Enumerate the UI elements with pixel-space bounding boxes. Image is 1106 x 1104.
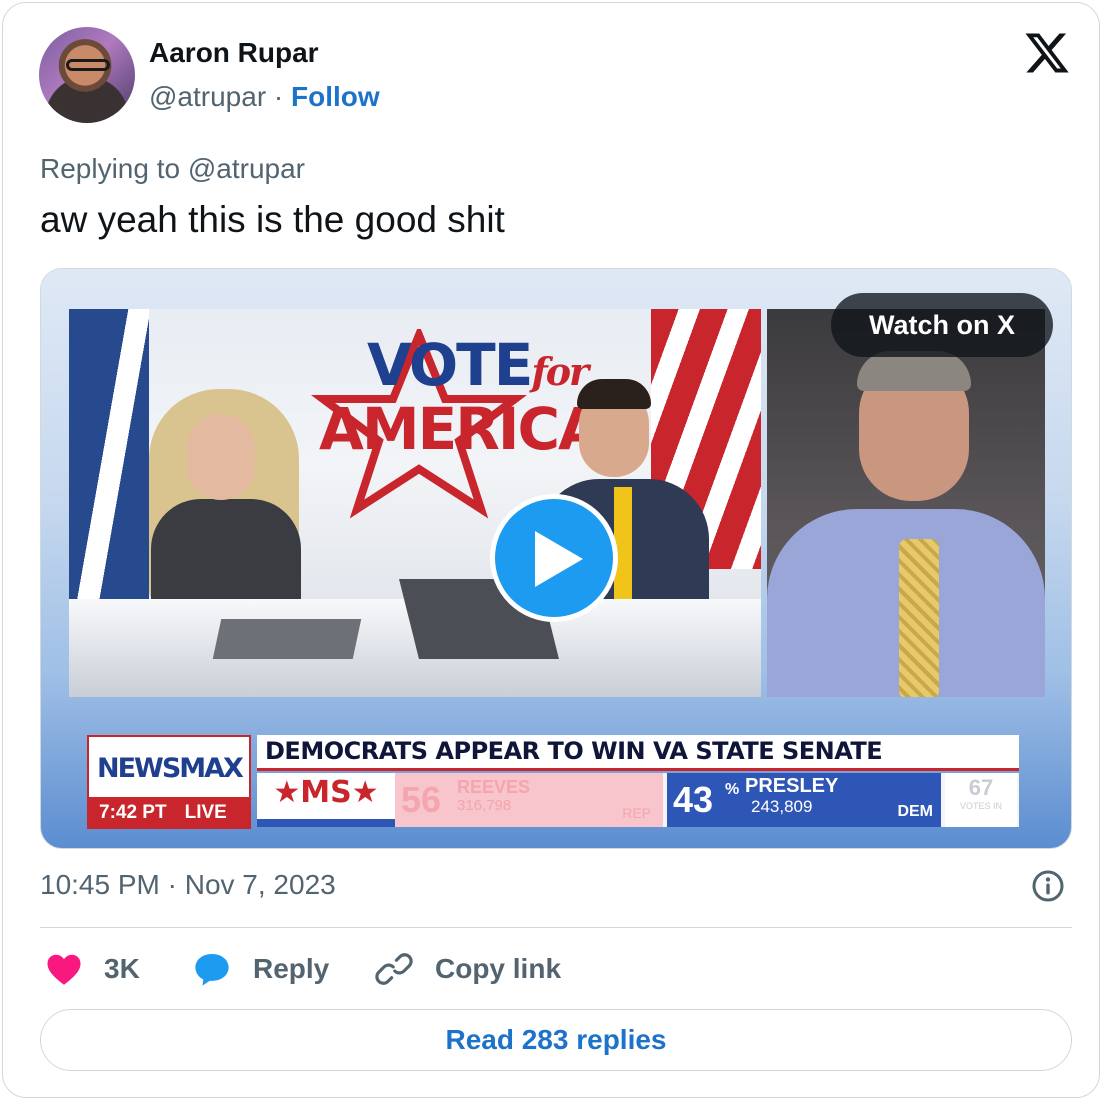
rep-candidate-result: 56 REEVES 316,798 REP [395, 773, 663, 827]
like-count: 3K [104, 953, 140, 984]
news-chyron: NEWSMAX 7:42 PT LIVE DEMOCRATS APPEAR TO… [87, 735, 1027, 831]
reply-button[interactable]: Reply [193, 947, 329, 991]
like-button[interactable]: 3K [46, 947, 140, 991]
replying-to: Replying to @atrupar [40, 153, 306, 184]
watch-on-x-button[interactable]: Watch on X [831, 293, 1053, 357]
tweet-text: aw yeah this is the good shit [40, 199, 505, 240]
america-logo: AMERICA [319, 395, 603, 463]
headline-bar: DEMOCRATS APPEAR TO WIN VA STATE SENATE [257, 735, 1019, 771]
play-icon [535, 531, 583, 587]
broadcast-time: 7:42 PT LIVE [89, 797, 249, 829]
dem-percent: 43 [673, 779, 714, 820]
dem-candidate-result: 43 % PRESLEY 243,809 DEM [667, 773, 941, 827]
anchor-right-hair [577, 379, 651, 409]
laptop-left [212, 619, 362, 659]
heart-icon [47, 954, 81, 985]
for-word: for [531, 349, 589, 394]
author-line: @atrupar · Follow [149, 81, 380, 113]
broadcast-clock: 7:42 PT [99, 802, 167, 823]
live-label: LIVE [184, 802, 227, 823]
guest-tie [899, 539, 939, 697]
network-brand: NEWSMAX 7:42 PT LIVE [87, 735, 251, 829]
author-handle[interactable]: @atrupar [149, 81, 266, 112]
dem-votes: 243,809 [751, 797, 813, 816]
speech-bubble-icon [195, 953, 229, 986]
votes-in-label: VOTES IN [959, 801, 1002, 811]
vote-word: VOTE [367, 331, 533, 399]
votes-in-indicator: 67 VOTES IN [945, 773, 1017, 827]
play-button[interactable] [490, 494, 618, 622]
info-icon[interactable] [1031, 869, 1065, 903]
tweet-card: Aaron Rupar @atrupar · Follow Replying t… [2, 2, 1100, 1098]
dem-name: PRESLEY [745, 775, 839, 797]
x-logo-icon[interactable] [1023, 29, 1071, 77]
author-name[interactable]: Aaron Rupar [149, 37, 319, 69]
headline-text: DEMOCRATS APPEAR TO WIN VA STATE SENATE [265, 737, 883, 765]
follow-button[interactable]: Follow [291, 81, 380, 112]
guest-panel [767, 309, 1045, 697]
video-player[interactable]: VOTEfor AMERICA Watch on X NEWSMAX 7:42 … [40, 268, 1072, 849]
anchor-left-face [187, 414, 255, 500]
reply-label: Reply [253, 953, 330, 984]
network-name: NEWSMAX [97, 753, 244, 784]
rep-votes: 316,798 [457, 797, 512, 814]
rep-name: REEVES [457, 777, 531, 797]
tweet-timestamp[interactable]: 10:45 PM · Nov 7, 2023 [40, 869, 336, 901]
avatar[interactable] [39, 27, 135, 123]
state-label: ★MS★ [257, 773, 395, 827]
separator-dot: · [273, 81, 284, 112]
glasses-detail [66, 59, 110, 71]
copy-link-label: Copy link [435, 953, 562, 984]
read-replies-button[interactable]: Read 283 replies [40, 1009, 1072, 1071]
election-results-bar: ★MS★ 56 REEVES 316,798 REP 43 % PRESLEY … [257, 773, 1019, 827]
dem-party: DEM [897, 803, 933, 820]
votes-in-number: 67 [968, 775, 994, 800]
rep-percent: 56 [401, 779, 442, 820]
dem-percent-sign: % [725, 781, 740, 798]
vote-for-logo: VOTEfor [367, 331, 589, 399]
guest-hair [857, 351, 971, 391]
divider [40, 927, 1072, 928]
copy-link-button[interactable]: Copy link [375, 947, 561, 991]
rep-party: REP [622, 805, 651, 821]
studio-scene: VOTEfor AMERICA [69, 309, 761, 697]
link-icon [375, 953, 413, 985]
